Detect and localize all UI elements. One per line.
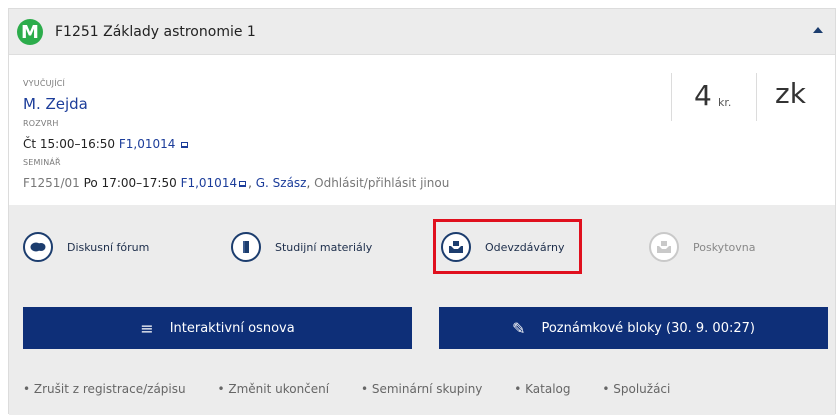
completion-type: zk — [775, 77, 806, 110]
tile-label: Poskytovna — [693, 240, 756, 254]
dropbox-icon — [649, 232, 679, 262]
course-card: M F1251 Základy astronomie 1 VYUČUJÍCÍ M… — [8, 8, 836, 415]
seminar-teacher-link[interactable]: G. Szász — [256, 176, 307, 190]
teacher-label: VYUČUJÍCÍ — [23, 79, 66, 88]
mode-badge: M — [17, 19, 43, 45]
seminar-code: F1251/01 — [23, 176, 80, 190]
footer-link-classmates[interactable]: • Spolužáci — [602, 382, 670, 396]
tile-label: Studijní materiály — [275, 240, 373, 254]
teacher-link[interactable]: M. Zejda — [23, 95, 88, 113]
collapse-arrow-icon[interactable] — [813, 27, 823, 33]
seminar-time: Po 17:00–17:50 — [83, 176, 177, 190]
room-map-icon[interactable] — [239, 180, 247, 187]
course-title[interactable]: F1251 Základy astronomie 1 — [55, 24, 256, 40]
course-info: VYUČUJÍCÍ M. Zejda ROZVRH Čt 15:00–16:50… — [9, 55, 835, 205]
seminar-line: F1251/01 Po 17:00–17:50 F1,01014, G. Szá… — [23, 176, 450, 190]
seminar-room-link[interactable]: F1,01014 — [181, 176, 238, 190]
schedule-label: ROZVRH — [23, 119, 59, 128]
selection-highlight — [433, 219, 582, 274]
button-label: Interaktivní osnova — [169, 320, 295, 336]
tile-poskytovna[interactable]: Poskytovna — [649, 227, 755, 267]
tile-discussion-forum[interactable]: Diskusní fórum — [23, 227, 149, 267]
footer-link-catalog[interactable]: • Katalog — [514, 382, 570, 396]
credits-box: 4 kr. — [671, 73, 757, 121]
interactive-syllabus-button[interactable]: ≡ Interaktivní osnova — [23, 307, 412, 349]
credits-value: 4 — [694, 79, 712, 112]
schedule-time: Čt 15:00–16:50 — [23, 137, 116, 151]
notebooks-button[interactable]: ✎ Poznámkové bloky (30. 9. 00:27) — [439, 307, 828, 349]
schedule-room-link[interactable]: F1,01014 — [119, 137, 176, 151]
tile-study-materials[interactable]: Studijní materiály — [231, 227, 372, 267]
list-icon: ≡ — [140, 318, 154, 338]
footer-link-change-completion[interactable]: • Změnit ukončení — [217, 382, 329, 396]
footer-links: • Zrušit z registrace/zápisu • Změnit uk… — [23, 382, 698, 396]
course-header[interactable]: M F1251 Základy astronomie 1 — [9, 9, 835, 55]
chat-bubbles-icon — [23, 232, 53, 262]
button-label: Poznámkové bloky (30. 9. 00:27) — [541, 320, 755, 336]
seminar-change-link[interactable]: Odhlásit/přihlásit jinou — [314, 176, 449, 190]
footer-link-unregister[interactable]: • Zrušit z registrace/zápisu — [23, 382, 186, 396]
schedule-line: Čt 15:00–16:50 F1,01014 — [23, 137, 190, 151]
edit-icon: ✎ — [512, 318, 526, 338]
seminar-label: SEMINÁŘ — [23, 158, 61, 167]
credits-unit: kr. — [718, 96, 732, 109]
tile-label: Diskusní fórum — [67, 240, 150, 254]
course-actions: Diskusní fórum Studijní materiály Odevzd… — [9, 205, 835, 415]
folder-icon — [231, 232, 261, 262]
footer-link-seminar-groups[interactable]: • Seminární skupiny — [361, 382, 482, 396]
room-map-icon[interactable] — [181, 141, 189, 148]
